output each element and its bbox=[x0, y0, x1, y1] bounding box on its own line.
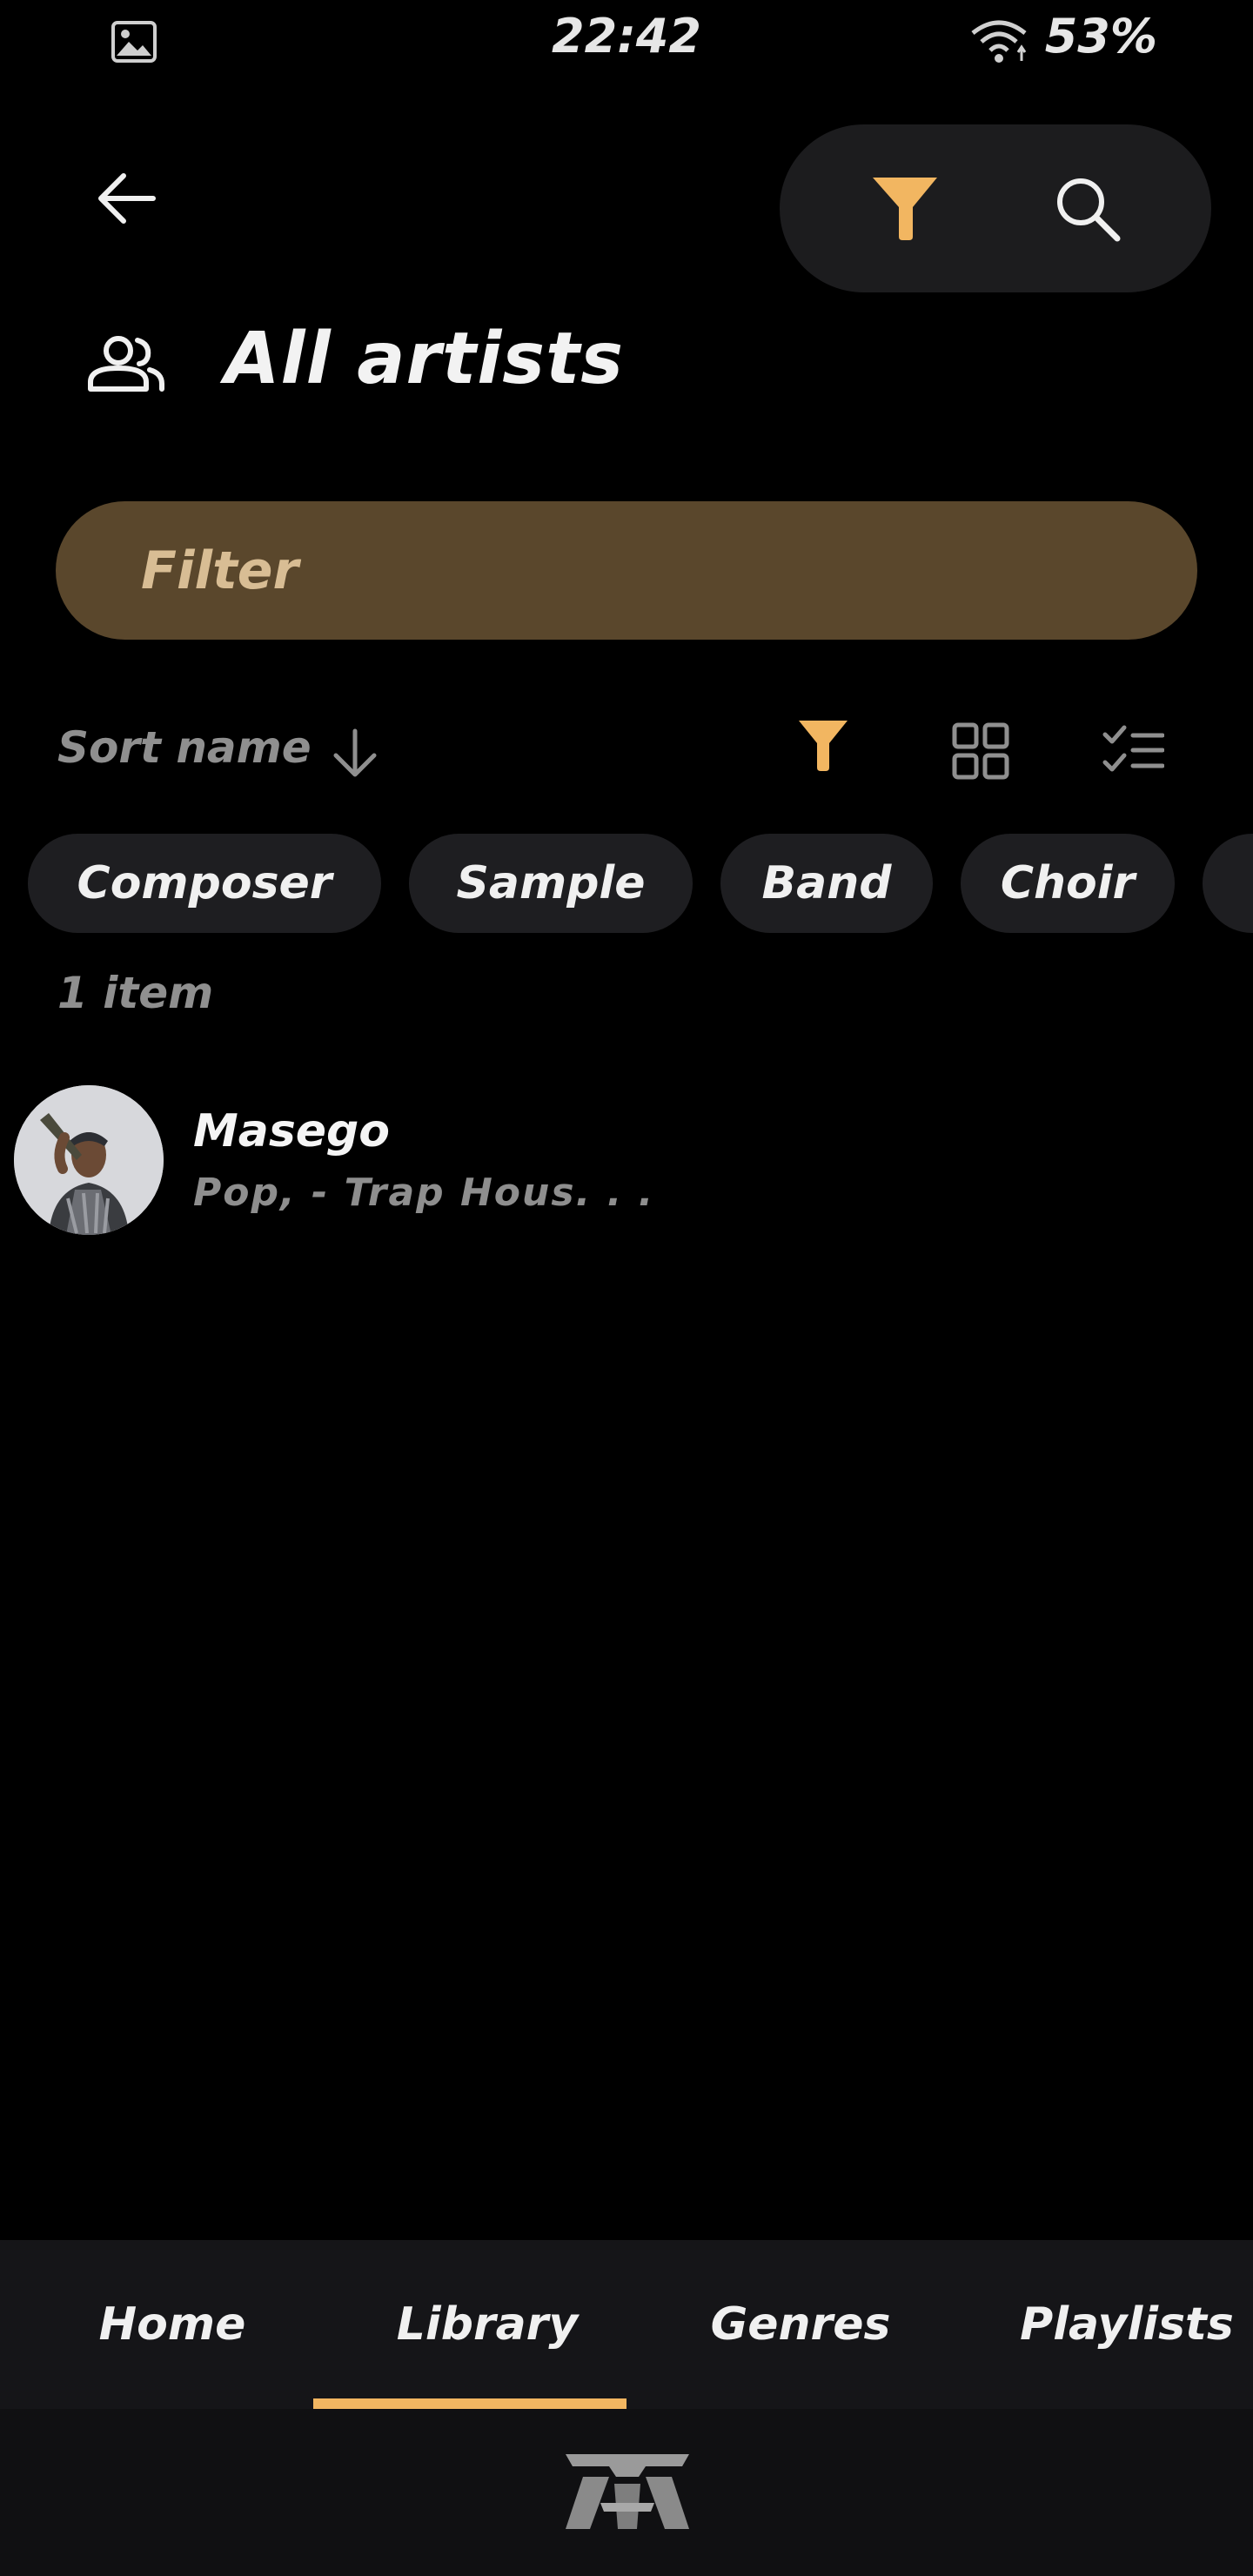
sort-name-button[interactable]: Sort name bbox=[57, 722, 312, 773]
select-mode-button[interactable] bbox=[1102, 724, 1164, 778]
filter-toggle-button[interactable] bbox=[797, 719, 861, 785]
artist-name: Masego bbox=[193, 1105, 391, 1157]
list-item[interactable] bbox=[0, 1070, 1253, 1250]
avatar bbox=[14, 1085, 164, 1235]
chip-more[interactable] bbox=[1203, 834, 1253, 933]
filter-icon bbox=[799, 721, 848, 771]
people-icon bbox=[85, 335, 165, 392]
tab-library[interactable]: Library bbox=[313, 2240, 661, 2409]
chip-composer[interactable]: Composer bbox=[28, 834, 381, 933]
arrow-left-icon bbox=[98, 173, 156, 224]
wifi-icon bbox=[969, 17, 1029, 64]
tab-genres[interactable]: Genres bbox=[626, 2240, 975, 2409]
status-bar: 22:42 53% bbox=[0, 0, 1253, 84]
tab-playlists[interactable]: Playlists bbox=[1001, 2240, 1253, 2409]
chip-choir[interactable]: Choir bbox=[961, 834, 1175, 933]
grid-view-button[interactable] bbox=[952, 722, 1009, 780]
filter-input[interactable] bbox=[56, 501, 1197, 640]
back-button[interactable] bbox=[84, 157, 167, 240]
active-tab-indicator bbox=[313, 2398, 626, 2409]
page-title: All artists bbox=[224, 318, 625, 400]
grid-view-icon bbox=[952, 722, 1009, 780]
header-filter-button[interactable] bbox=[853, 165, 957, 252]
arrow-down-icon bbox=[329, 728, 381, 780]
battery-percent: 53% bbox=[1044, 9, 1157, 64]
tab-home[interactable]: Home bbox=[0, 2240, 345, 2409]
item-count: 1 item bbox=[57, 968, 214, 1018]
checklist-icon bbox=[1102, 725, 1164, 772]
chip-band[interactable]: Band bbox=[720, 834, 933, 933]
chip-sample[interactable]: Sample bbox=[409, 834, 693, 933]
top-actions-pill bbox=[780, 124, 1211, 292]
app-logo-icon bbox=[566, 2454, 689, 2529]
search-icon bbox=[1057, 178, 1121, 242]
artist-genres: Pop, - Trap Hous. . . bbox=[193, 1171, 655, 1215]
filter-icon bbox=[873, 178, 937, 240]
search-button[interactable] bbox=[1035, 165, 1140, 252]
